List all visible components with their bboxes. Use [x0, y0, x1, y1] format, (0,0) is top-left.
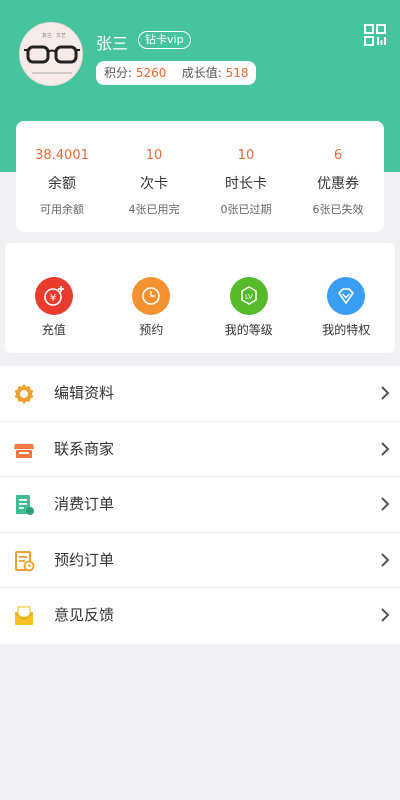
my-privileges-label: 我的特权 — [322, 323, 371, 337]
balance-title: 余额 — [48, 176, 76, 192]
balance-item-times-card[interactable]: 10 次卡 4张已用完 — [108, 121, 200, 232]
chevron-right-icon — [381, 386, 390, 400]
quick-actions-card: ¥ 充值 预约 LV 我的等级 我的特权 — [5, 243, 395, 353]
menu-label: 联系商家 — [54, 439, 115, 458]
recharge-label: 充值 — [41, 323, 66, 337]
times-card-value: 10 — [145, 148, 163, 163]
feedback-envelope-icon — [14, 606, 34, 626]
menu-label: 意见反馈 — [54, 606, 115, 625]
times-card-subtitle: 4张已用完 — [128, 203, 180, 216]
svg-text:¥: ¥ — [50, 293, 56, 304]
chevron-right-icon — [381, 608, 390, 623]
my-level-label: 我的等级 — [224, 323, 273, 337]
user-name: 张三 — [96, 34, 129, 53]
duration-card-title: 时长卡 — [225, 176, 267, 192]
points-value: 5260 — [135, 66, 167, 80]
balance-subtitle: 可用余额 — [40, 203, 84, 216]
receipt-icon — [16, 495, 34, 516]
calendar-order-icon — [15, 550, 35, 572]
balance-item-coupons[interactable]: 6 优惠券 6张已失效 — [292, 121, 384, 232]
balance-item-duration-card[interactable]: 10 时长卡 0张已过期 — [200, 121, 292, 232]
menu-label: 消费订单 — [54, 495, 115, 514]
menu-item-contact-merchant[interactable]: 联系商家 — [0, 422, 400, 478]
growth-value: 518 — [225, 66, 249, 80]
balance-value: 38.4001 — [35, 148, 89, 163]
reserve-button[interactable]: 预约 — [103, 243, 201, 353]
times-card-title: 次卡 — [140, 176, 168, 192]
menu-item-consumption-orders[interactable]: 消费订单 — [0, 477, 400, 533]
duration-card-value: 10 — [237, 148, 255, 163]
level-badge-icon: LV — [229, 277, 268, 315]
menu-list: 编辑资料 联系商家 消费订单 预约订单 意见反馈 — [0, 366, 400, 644]
gear-icon — [14, 384, 34, 404]
points-growth-pill: 积分: 5260 成长值: 518 — [96, 61, 257, 85]
coupons-title: 优惠券 — [317, 176, 359, 192]
reserve-label: 预约 — [139, 323, 164, 337]
menu-item-feedback[interactable]: 意见反馈 — [0, 588, 400, 644]
growth-label: 成长值: — [181, 66, 222, 80]
vip-badge: 钻卡vip — [138, 31, 191, 49]
chevron-right-icon — [381, 497, 390, 511]
yen-plus-icon: ¥ — [34, 277, 73, 315]
clock-icon — [132, 277, 171, 315]
my-privileges-button[interactable]: 我的特权 — [298, 243, 396, 353]
chevron-right-icon — [381, 553, 390, 567]
points-label: 积分: — [104, 66, 133, 80]
menu-label: 预约订单 — [54, 550, 115, 569]
svg-text:文艺: 文艺 — [56, 32, 66, 39]
svg-text:复古: 复古 — [42, 32, 52, 39]
menu-item-edit-profile[interactable]: 编辑资料 — [0, 366, 400, 422]
recharge-button[interactable]: ¥ 充值 — [5, 243, 103, 353]
balance-item-balance[interactable]: 38.4001 余额 可用余额 — [16, 121, 108, 232]
menu-label: 编辑资料 — [54, 384, 115, 402]
glasses-avatar-image: 复古 文艺 — [20, 23, 82, 85]
duration-card-subtitle: 0张已过期 — [220, 203, 272, 216]
svg-text:LV: LV — [245, 293, 253, 301]
avatar[interactable]: 复古 文艺 — [19, 22, 83, 86]
diamond-icon — [327, 277, 366, 315]
store-icon — [14, 443, 34, 458]
coupons-value: 6 — [333, 148, 343, 163]
qr-code-icon[interactable] — [364, 24, 386, 46]
chevron-right-icon — [381, 441, 390, 456]
balance-card: 38.4001 余额 可用余额 10 次卡 4张已用完 10 时长卡 0张已过期… — [16, 121, 384, 232]
menu-item-reservation-orders[interactable]: 预约订单 — [0, 533, 400, 589]
my-level-button[interactable]: LV 我的等级 — [200, 243, 298, 353]
coupons-subtitle: 6张已失效 — [312, 203, 364, 216]
